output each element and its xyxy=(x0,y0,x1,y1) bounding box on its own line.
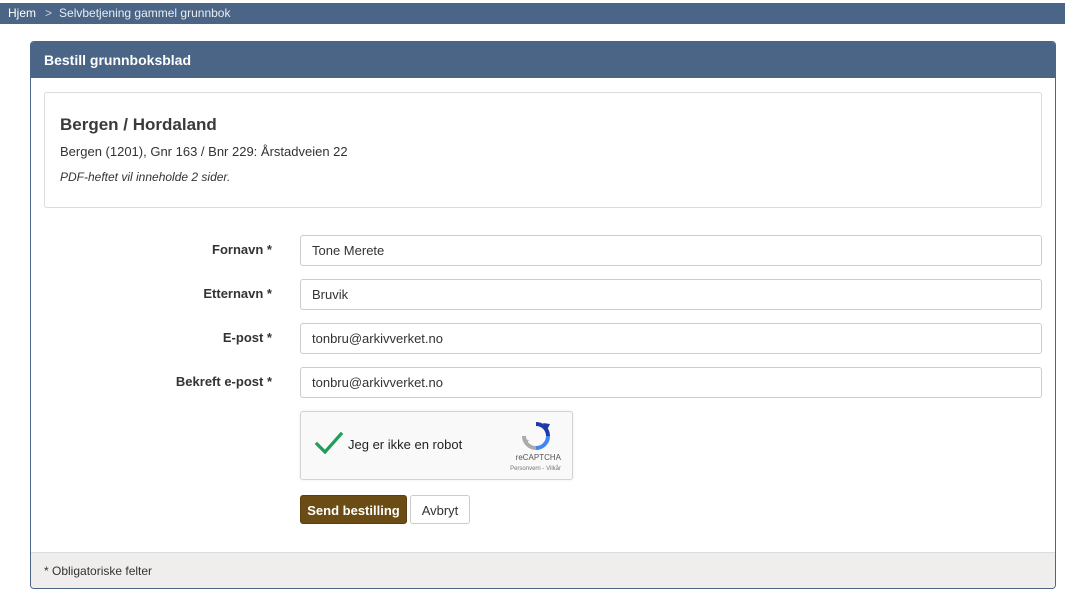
breadcrumb-current: Selvbetjening gammel grunnbok xyxy=(59,6,231,20)
last-name-row: Etternavn * xyxy=(31,279,1055,311)
email-field[interactable] xyxy=(300,323,1042,354)
last-name-field[interactable] xyxy=(300,279,1042,310)
confirm-email-label: Bekreft e-post * xyxy=(175,374,272,389)
first-name-field[interactable] xyxy=(300,235,1042,266)
property-info-box: Bergen / Hordaland Bergen (1201), Gnr 16… xyxy=(44,92,1042,208)
checkmark-icon[interactable] xyxy=(314,430,344,456)
required-fields-note: * Obligatoriske felter xyxy=(31,552,1055,588)
recaptcha-widget[interactable]: Jeg er ikke en robot reCAPTCHA Personver… xyxy=(300,411,573,480)
email-row: E-post * xyxy=(31,323,1055,355)
last-name-label: Etternavn * xyxy=(203,286,272,301)
email-label: E-post * xyxy=(222,330,272,345)
recaptcha-links[interactable]: Personvern - Vilkår xyxy=(510,466,561,472)
breadcrumb-home-link[interactable]: Hjem xyxy=(8,6,36,20)
send-order-button[interactable]: Send bestilling xyxy=(300,495,407,524)
first-name-label: Fornavn * xyxy=(212,242,272,257)
confirm-email-field[interactable] xyxy=(300,367,1042,398)
panel-title: Bestill grunnboksblad xyxy=(31,42,1055,78)
order-panel: Bestill grunnboksblad Bergen / Hordaland… xyxy=(30,41,1056,589)
property-title: Bergen / Hordaland xyxy=(60,115,217,134)
cancel-button[interactable]: Avbryt xyxy=(410,495,470,524)
first-name-row: Fornavn * xyxy=(31,235,1055,267)
recaptcha-logo-icon xyxy=(522,422,550,450)
recaptcha-label: Jeg er ikke en robot xyxy=(348,437,463,452)
breadcrumb-separator: > xyxy=(45,6,53,20)
breadcrumb: Hjem > Selvbetjening gammel grunnbok xyxy=(0,3,1065,24)
recaptcha-brand: reCAPTCHA xyxy=(515,453,561,462)
property-address: Bergen (1201), Gnr 163 / Bnr 229: Årstad… xyxy=(60,144,348,159)
pdf-page-note: PDF-heftet vil inneholde 2 sider. xyxy=(60,170,231,184)
confirm-email-row: Bekreft e-post * xyxy=(31,367,1055,399)
